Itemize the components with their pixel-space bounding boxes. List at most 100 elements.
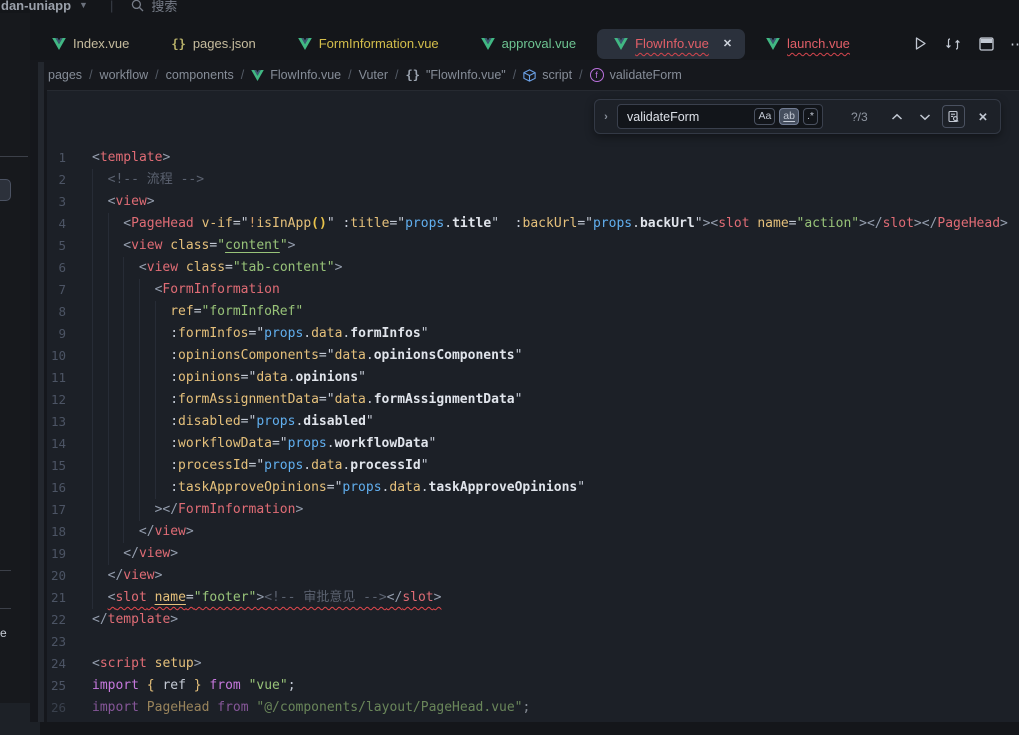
close-tab-icon[interactable]: ✕ xyxy=(723,37,732,50)
sidebar-resize-handle[interactable] xyxy=(38,62,44,722)
code-editor[interactable]: 1<template>2<!-- 流程 -->3<view>4<PageHead… xyxy=(47,90,1019,722)
next-match-button[interactable] xyxy=(916,108,933,125)
match-case-button[interactable]: Aa xyxy=(754,108,775,125)
line-number[interactable]: 17 xyxy=(47,499,66,521)
vscode-window: { "titlebar": { "project": "dan-uniapp",… xyxy=(0,0,1019,722)
indent-guide xyxy=(123,389,139,411)
vue-icon xyxy=(52,38,66,50)
line-number[interactable]: 1 xyxy=(47,147,66,169)
split-editor-button[interactable] xyxy=(977,35,995,53)
breadcrumb-item-flowinfo-vue[interactable]: FlowInfo.vue xyxy=(251,68,341,82)
breadcrumb-item--flowinfo-vue-[interactable]: {}"FlowInfo.vue" xyxy=(406,68,506,82)
breadcrumb: pages/workflow/components/FlowInfo.vue/V… xyxy=(30,60,1019,90)
breadcrumb-item-script[interactable]: script xyxy=(523,68,572,82)
line-number[interactable]: 24 xyxy=(47,653,66,675)
breadcrumb-item-validateform[interactable]: fvalidateForm xyxy=(590,68,682,82)
line-number[interactable]: 20 xyxy=(47,565,66,587)
tab-label: launch.vue xyxy=(787,36,850,51)
tab-flowinfo-vue[interactable]: FlowInfo.vue✕ xyxy=(597,29,745,59)
indent-guide xyxy=(92,433,108,455)
line-number[interactable]: 13 xyxy=(47,411,66,433)
toggle-replace-button[interactable]: › xyxy=(595,111,617,123)
line-number[interactable]: 18 xyxy=(47,521,66,543)
tab-approval-vue[interactable]: approval.vue xyxy=(460,29,597,59)
line-number[interactable]: 22 xyxy=(47,609,66,631)
module-icon xyxy=(523,69,536,82)
run-button[interactable] xyxy=(911,35,929,53)
indent-guide xyxy=(139,499,155,521)
more-actions-button[interactable]: ⋯ xyxy=(1010,35,1019,53)
indent-guide xyxy=(92,565,108,587)
line-number[interactable]: 6 xyxy=(47,257,66,279)
find-in-selection-button[interactable] xyxy=(942,105,965,128)
indent-guide xyxy=(108,543,124,565)
indent-guide xyxy=(92,235,108,257)
line-number[interactable]: 10 xyxy=(47,345,66,367)
tab-pages-json[interactable]: {}pages.json xyxy=(150,29,276,59)
find-input[interactable]: validateForm Aa ab .* xyxy=(617,104,823,129)
line-content: <script setup> xyxy=(92,653,202,675)
breadcrumb-item-workflow[interactable]: workflow xyxy=(100,68,149,82)
line-number[interactable]: 15 xyxy=(47,455,66,477)
breadcrumb-separator: / xyxy=(241,68,244,82)
indent-guide xyxy=(108,279,124,301)
line-number[interactable]: 16 xyxy=(47,477,66,499)
line-number[interactable]: 19 xyxy=(47,543,66,565)
regex-button[interactable]: .* xyxy=(803,108,818,125)
line-number[interactable]: 23 xyxy=(47,631,66,653)
whole-word-button[interactable]: ab xyxy=(779,108,799,125)
line-number[interactable]: 25 xyxy=(47,675,66,697)
indent-guide xyxy=(92,543,108,565)
line-content: ref="formInfoRef" xyxy=(92,301,303,323)
project-name[interactable]: dan-uniapp xyxy=(1,0,71,13)
indent-guide xyxy=(108,521,124,543)
previous-match-button[interactable] xyxy=(888,108,905,125)
indent-guide xyxy=(108,499,124,521)
line-number[interactable]: 3 xyxy=(47,191,66,213)
line-number[interactable]: 2 xyxy=(47,169,66,191)
line-number[interactable]: 7 xyxy=(47,279,66,301)
find-results-count: ?/3 xyxy=(851,110,877,124)
line-number[interactable]: 5 xyxy=(47,235,66,257)
line-content: import { ref } from "vue"; xyxy=(92,675,296,697)
line-number[interactable]: 21 xyxy=(47,587,66,609)
tab-forminformation-vue[interactable]: FormInformation.vue xyxy=(277,29,460,59)
close-find-button[interactable]: ✕ xyxy=(974,110,992,124)
tab-launch-vue[interactable]: launch.vue xyxy=(745,29,871,59)
indent-guide xyxy=(92,389,108,411)
tab-index-vue[interactable]: Index.vue xyxy=(31,29,150,59)
indent-guide xyxy=(92,345,108,367)
indent-guide xyxy=(123,323,139,345)
breadcrumb-item-pages[interactable]: pages xyxy=(48,68,82,82)
breadcrumb-item-components[interactable]: components xyxy=(166,68,234,82)
breadcrumb-item-vuter[interactable]: Vuter xyxy=(359,68,388,82)
line-number[interactable]: 26 xyxy=(47,697,66,719)
line-content: :opinionsComponents="data.opinionsCompon… xyxy=(92,345,522,367)
open-changes-button[interactable] xyxy=(944,35,962,53)
indent-guide xyxy=(108,213,124,235)
line-number[interactable]: 14 xyxy=(47,433,66,455)
line-number[interactable]: 11 xyxy=(47,367,66,389)
panel-divider xyxy=(0,608,11,609)
titlebar-divider: | xyxy=(110,0,113,13)
code-line-20: 20</view> xyxy=(47,565,1019,587)
global-search[interactable]: 搜索 xyxy=(131,0,177,13)
search-placeholder: 搜索 xyxy=(151,0,177,13)
tab-label: approval.vue xyxy=(502,36,576,51)
vue-icon xyxy=(481,38,495,50)
vue-icon xyxy=(298,38,312,50)
indent-guide xyxy=(123,279,139,301)
code-line-9: 9:formInfos="props.data.formInfos" xyxy=(47,323,1019,345)
line-number[interactable]: 9 xyxy=(47,323,66,345)
chevron-down-icon[interactable]: ▼ xyxy=(79,0,88,10)
indent-guide xyxy=(155,389,171,411)
line-content: <view class="tab-content"> xyxy=(92,257,342,279)
line-content: <slot name="footer"><!-- 审批意见 --></slot> xyxy=(92,587,441,609)
find-query-text[interactable]: validateForm xyxy=(627,110,750,124)
indent-guide xyxy=(108,235,124,257)
indent-guide xyxy=(92,477,108,499)
line-number[interactable]: 4 xyxy=(47,213,66,235)
code-line-10: 10 :opinionsComponents="data.opinionsComp… xyxy=(47,345,1019,367)
line-number[interactable]: 12 xyxy=(47,389,66,411)
line-number[interactable]: 8 xyxy=(47,301,66,323)
